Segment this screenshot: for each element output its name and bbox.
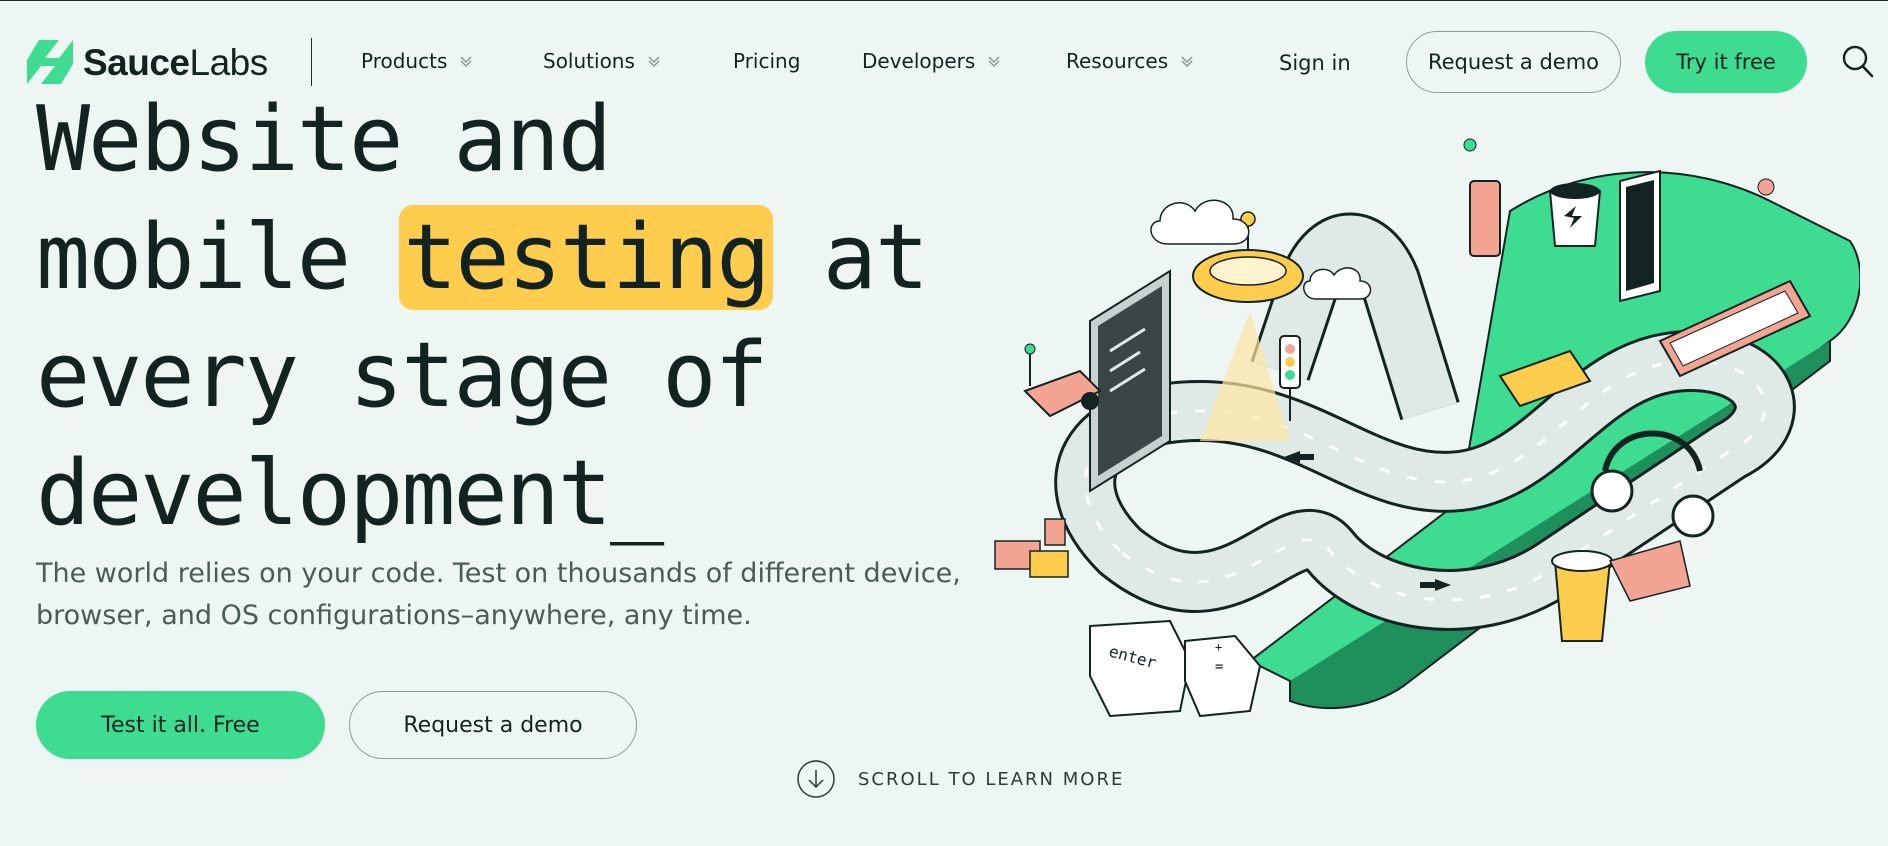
logo-wordmark: SauceLabs bbox=[83, 41, 268, 83]
devops-loop-illustration: enter + = bbox=[994, 138, 1860, 718]
nav-item-label: Developers bbox=[862, 49, 976, 73]
saucelabs-logo-icon bbox=[27, 40, 73, 84]
chevron-down-icon bbox=[648, 56, 660, 68]
keycap-label: = bbox=[1215, 659, 1223, 675]
coffee-mug bbox=[1548, 183, 1602, 247]
keycap-equals: + = bbox=[1184, 634, 1262, 718]
nav-item-developers[interactable]: Developers bbox=[862, 49, 1001, 73]
nav-item-resources[interactable]: Resources bbox=[1066, 49, 1194, 73]
chevron-down-icon bbox=[1181, 56, 1193, 68]
search-icon[interactable] bbox=[1842, 45, 1874, 79]
hero-title-text: at bbox=[770, 205, 929, 310]
security-camera bbox=[1023, 343, 1102, 418]
hero-title-line-2: mobile testing at bbox=[36, 199, 929, 317]
hero-subtitle: The world relies on your code. Test on t… bbox=[36, 558, 961, 631]
hero-title-text: mobile bbox=[36, 205, 402, 310]
nav-item-label: Pricing bbox=[733, 49, 801, 73]
logo-divider bbox=[311, 38, 312, 86]
arrow-down-circle-icon bbox=[797, 760, 835, 798]
try-free-button[interactable]: Try it free bbox=[1645, 31, 1807, 93]
nav-item-label: Resources bbox=[1066, 49, 1169, 73]
nav-item-label: Solutions bbox=[543, 49, 635, 73]
keycap-label: + bbox=[1215, 640, 1222, 654]
lego-bricks bbox=[994, 518, 1069, 578]
hero-title-line-4: development_ bbox=[36, 441, 664, 546]
hero-title-line-3: every stage of bbox=[36, 323, 769, 428]
nav-item-solutions[interactable]: Solutions bbox=[543, 49, 661, 73]
request-demo-button[interactable]: Request a demo bbox=[1406, 31, 1621, 93]
chevron-down-icon bbox=[460, 56, 472, 68]
hero-title: Website and mobile testing at every stag… bbox=[36, 81, 929, 553]
nav-item-products[interactable]: Products bbox=[361, 49, 473, 73]
test-it-all-free-button[interactable]: Test it all. Free bbox=[36, 691, 325, 759]
hero-title-highlight: testing bbox=[399, 205, 773, 310]
scroll-label: SCROLL TO LEARN MORE bbox=[858, 768, 1125, 790]
chevron-down-icon bbox=[988, 56, 1000, 68]
coffee-cup bbox=[1551, 550, 1613, 642]
keycap-enter: enter bbox=[1089, 619, 1192, 718]
antenna-pin bbox=[1463, 138, 1477, 152]
saucelabs-logo[interactable]: SauceLabs bbox=[25, 37, 268, 87]
sign-in-link[interactable]: Sign in bbox=[1279, 51, 1351, 75]
nav-item-pricing[interactable]: Pricing bbox=[733, 49, 800, 73]
phone-device bbox=[1619, 169, 1661, 303]
mobile-device bbox=[1469, 180, 1501, 257]
hero-request-demo-button[interactable]: Request a demo bbox=[349, 691, 637, 759]
tablet-checklist bbox=[1089, 269, 1171, 493]
nav-item-label: Products bbox=[361, 49, 448, 73]
scroll-to-learn-more[interactable]: SCROLL TO LEARN MORE bbox=[796, 759, 1124, 799]
antenna-pin bbox=[1757, 178, 1775, 196]
hero-title-line-1: Website and bbox=[36, 87, 612, 192]
